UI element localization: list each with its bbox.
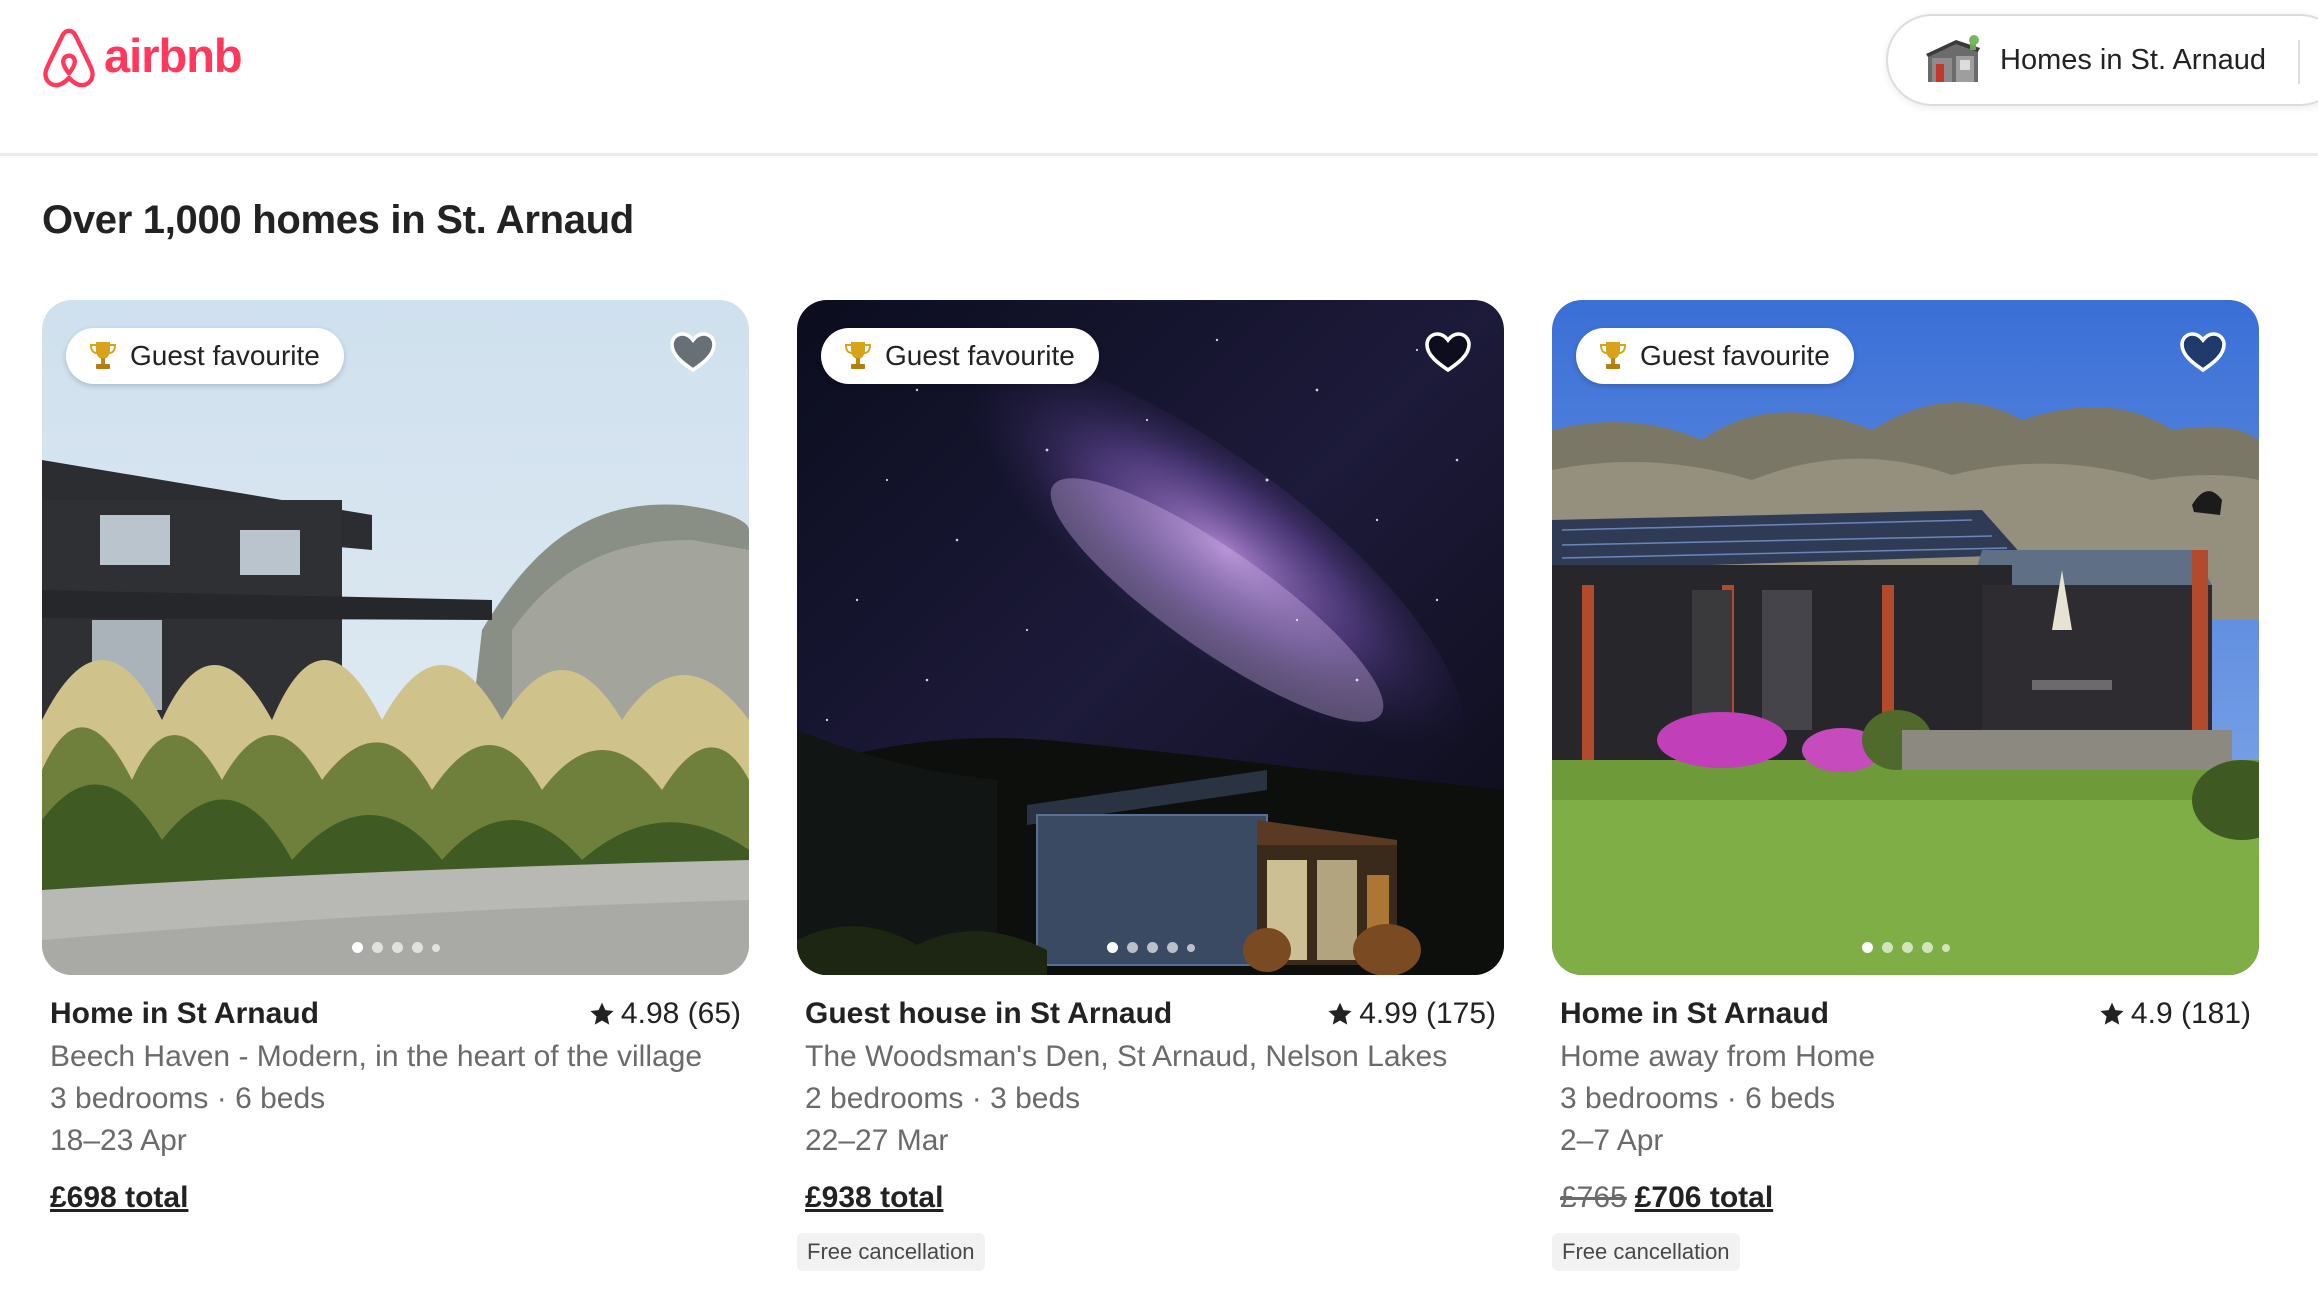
rating: 4.99 (175) xyxy=(1327,997,1496,1031)
guest-favourite-badge: Guest favourite xyxy=(821,328,1099,384)
trophy-icon xyxy=(1599,342,1627,369)
pager-dot[interactable] xyxy=(351,942,363,953)
property-type: Guest house in St Arnaud xyxy=(805,997,1173,1030)
star-icon xyxy=(2100,1002,2124,1025)
price-total[interactable]: £698 total xyxy=(50,1181,188,1215)
listing-card[interactable]: Guest favourite Home in St Arnaud 4.9 (1… xyxy=(1552,300,2259,1271)
rating-value: 4.98 (65) xyxy=(620,997,741,1030)
listing-photo[interactable]: Guest favourite xyxy=(1552,300,2259,975)
pager-dot[interactable] xyxy=(431,943,440,952)
price-row: £765 £706 total xyxy=(1560,1181,2251,1215)
heart-icon[interactable] xyxy=(2177,328,2229,376)
pager-dot[interactable] xyxy=(1166,942,1178,953)
heart-icon[interactable] xyxy=(1422,328,1474,376)
pager-dot[interactable] xyxy=(1921,942,1933,953)
pager-dot[interactable] xyxy=(391,942,403,953)
price-total[interactable]: £938 total xyxy=(805,1181,943,1215)
search-pill[interactable]: Homes in St. Arnaud xyxy=(1886,14,2318,106)
pager-dot[interactable] xyxy=(1106,942,1118,953)
price-original: £765 xyxy=(1560,1181,1627,1214)
photo-pager-dots[interactable] xyxy=(42,942,749,953)
listing-title: Home away from Home xyxy=(1560,1040,1876,1073)
rating-value: 4.9 (181) xyxy=(2130,997,2251,1030)
price-row: £938 total xyxy=(805,1181,1496,1215)
listing-photo[interactable]: Guest favourite xyxy=(797,300,1504,975)
listing-dates: 2–7 Apr xyxy=(1560,1124,1664,1157)
pager-dot[interactable] xyxy=(1126,942,1138,953)
property-type: Home in St Arnaud xyxy=(50,997,319,1030)
photo-pager-dots[interactable] xyxy=(1552,942,2259,953)
badge-label: Guest favourite xyxy=(885,340,1075,371)
badge-label: Guest favourite xyxy=(130,340,320,371)
listing-details[interactable]: Guest house in St Arnaud 4.99 (175) The … xyxy=(797,997,1504,1271)
price-row: £698 total xyxy=(50,1181,741,1215)
property-type: Home in St Arnaud xyxy=(1560,997,1829,1030)
listing-photo-image xyxy=(42,300,749,975)
listing-photo[interactable]: Guest favourite xyxy=(42,300,749,975)
free-cancellation-tag: Free cancellation xyxy=(797,1233,985,1271)
price-total[interactable]: £706 total xyxy=(1635,1181,1773,1215)
rating: 4.98 (65) xyxy=(589,997,741,1031)
top-header: airbnb Homes in St. Arnaud xyxy=(0,0,2318,156)
listing-rooms: 3 bedrooms · 6 beds xyxy=(50,1082,326,1115)
star-icon xyxy=(590,1002,614,1025)
listing-title: The Woodsman's Den, St Arnaud, Nelson La… xyxy=(805,1040,1448,1073)
pager-dot[interactable] xyxy=(1901,942,1913,953)
free-cancellation-tag: Free cancellation xyxy=(1552,1233,1740,1271)
listing-card[interactable]: Guest favourite Guest house in St Arnaud… xyxy=(797,300,1504,1271)
listing-rooms: 3 bedrooms · 6 beds xyxy=(1560,1082,1836,1115)
logo-wordmark: airbnb xyxy=(104,28,243,82)
listing-rooms: 2 bedrooms · 3 beds xyxy=(805,1082,1081,1115)
pager-dot[interactable] xyxy=(1941,943,1950,952)
listing-photo-image xyxy=(797,300,1504,975)
pager-dot[interactable] xyxy=(1146,942,1158,953)
pager-dot[interactable] xyxy=(1861,942,1873,953)
listing-details[interactable]: Home in St Arnaud 4.98 (65) Beech Haven … xyxy=(42,997,749,1215)
guest-favourite-badge: Guest favourite xyxy=(66,328,344,384)
listing-dates: 22–27 Mar xyxy=(805,1124,949,1157)
badge-label: Guest favourite xyxy=(1640,340,1830,371)
house-icon xyxy=(1926,35,1980,82)
listing-details[interactable]: Home in St Arnaud 4.9 (181) Home away fr… xyxy=(1552,997,2259,1271)
search-location-label: Homes in St. Arnaud xyxy=(2000,43,2266,76)
photo-pager-dots[interactable] xyxy=(797,942,1504,953)
star-icon xyxy=(1328,1002,1352,1025)
pager-dot[interactable] xyxy=(1186,943,1195,952)
trophy-icon xyxy=(844,342,872,369)
listing-title: Beech Haven - Modern, in the heart of th… xyxy=(50,1040,703,1073)
listing-dates: 18–23 Apr xyxy=(50,1124,187,1157)
rating: 4.9 (181) xyxy=(2099,997,2251,1031)
page-title: Over 1,000 homes in St. Arnaud xyxy=(42,198,634,242)
airbnb-belo-icon xyxy=(43,28,95,88)
guest-favourite-badge: Guest favourite xyxy=(1576,328,1854,384)
pill-divider xyxy=(2298,40,2300,84)
pager-dot[interactable] xyxy=(411,942,423,953)
pager-dot[interactable] xyxy=(371,942,383,953)
listing-card[interactable]: Guest favourite Home in St Arnaud 4.98 (… xyxy=(42,300,749,1215)
listing-photo-image xyxy=(1552,300,2259,975)
rating-value: 4.99 (175) xyxy=(1359,997,1496,1030)
trophy-icon xyxy=(89,342,117,369)
pager-dot[interactable] xyxy=(1881,942,1893,953)
heart-icon[interactable] xyxy=(667,328,719,376)
airbnb-logo[interactable]: airbnb xyxy=(40,26,243,90)
